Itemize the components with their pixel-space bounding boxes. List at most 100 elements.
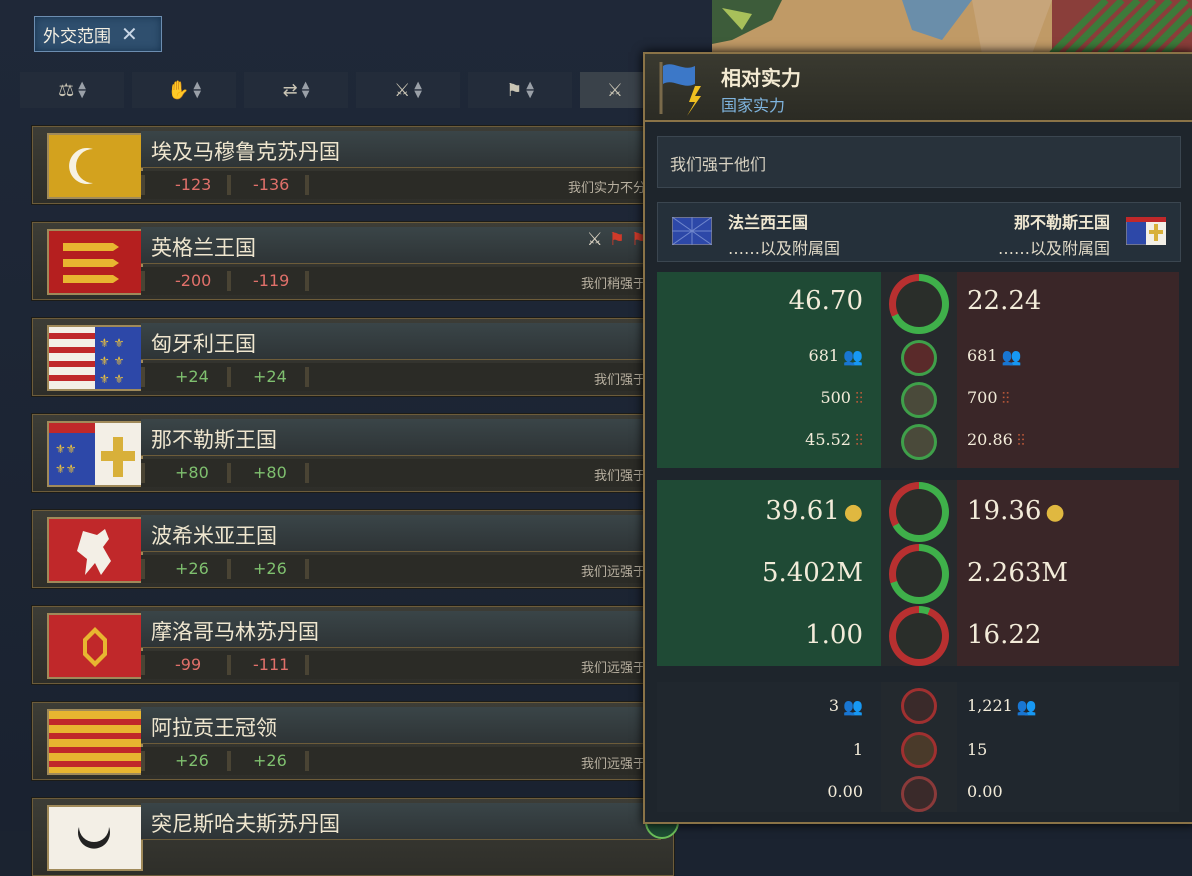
regiments-icon: ⫶⫶ xyxy=(854,430,863,450)
diplomatic-range-tab[interactable]: 外交范围 ✕ xyxy=(34,16,162,52)
misc-row: 0.00 0.00 xyxy=(657,774,1179,814)
people-ring-icon[interactable] xyxy=(901,688,937,724)
flags-icon: ⚑ xyxy=(506,79,523,101)
economy-section: 39.61 ● 19.36 ● 5.402M 2.263M 1.00 16.22 xyxy=(657,480,1179,666)
country-row-england[interactable]: 英格兰王国 ⚔ ⚑ ⚑ -200 -119 我们稍强于他 xyxy=(32,222,679,300)
sort-arrows-icon: ▲ ▼ xyxy=(526,80,534,100)
left-value: 500 xyxy=(820,388,851,407)
regiments-icon: ⫶⫶ xyxy=(1016,430,1025,450)
opinion-value: +24 xyxy=(175,367,209,386)
regiments-icon: ⫶⫶ xyxy=(1001,388,1010,408)
country-row-hungary[interactable]: ⚜ ⚜ ⚜ ⚜ ⚜ ⚜ 匈牙利王国 +24 +24 我们强于他 xyxy=(32,318,679,396)
svg-text:⚜⚜: ⚜⚜ xyxy=(55,462,77,476)
sort-alliance-button[interactable]: ✋ ▲ ▼ xyxy=(132,72,236,108)
country-row-aragon[interactable]: 阿拉贡王冠领 +26 +26 我们远强于他 xyxy=(32,702,679,780)
left-value: 39.61 xyxy=(765,496,840,526)
svg-text:⚜ ⚜: ⚜ ⚜ xyxy=(99,372,124,386)
close-icon[interactable]: ✕ xyxy=(121,22,138,46)
panel-title: 相对实力 xyxy=(721,66,801,90)
flag-egypt xyxy=(47,133,143,199)
country-row-naples[interactable]: ⚜⚜ ⚜⚜ 那不勒斯王国 +80 +80 我们强于他 xyxy=(32,414,679,492)
country-name: 摩洛哥马林苏丹国 xyxy=(151,620,319,644)
country-row-tunis[interactable]: 突尼斯哈夫斯苏丹国 xyxy=(32,798,679,876)
sword-icon: ⚔ xyxy=(606,79,624,101)
sort-war-button[interactable]: ⚔ ▲ ▼ xyxy=(356,72,460,108)
swords-icon[interactable] xyxy=(901,424,937,460)
coins-icon: ● xyxy=(1045,499,1065,525)
misc-row: 3 👥 1,221 👥 xyxy=(657,686,1179,726)
coins-icon: ● xyxy=(843,499,863,525)
panel-subtitle: 国家实力 xyxy=(721,96,786,115)
right-value: 700 xyxy=(967,388,998,407)
soldiers-icon: 👥 xyxy=(843,347,863,366)
svg-text:⚜⚜: ⚜⚜ xyxy=(55,442,77,456)
sort-strength-button[interactable]: ⚔ xyxy=(580,72,650,108)
country-name: 那不勒斯王国 xyxy=(151,428,277,452)
country-row-morocco[interactable]: 摩洛哥马林苏丹国 -99 -111 我们远强于他 xyxy=(32,606,679,684)
military-strength-ring[interactable] xyxy=(889,274,949,334)
people-icon: 👥 xyxy=(1016,697,1037,716)
opinion-value: -123 xyxy=(175,175,212,194)
filter-bar: ⚖ ▲ ▼ ✋ ▲ ▼ ⇄ ▲ ▼ ⚔ ▲ ▼ ⚑ ▲ ▼ ⚔ xyxy=(20,72,680,110)
soldiers-icon: 👥 xyxy=(1001,347,1022,366)
income-row: 39.61 ● 19.36 ● xyxy=(657,482,1179,542)
trade-icon: ⇄ xyxy=(282,79,298,101)
tab-label: 外交范围 xyxy=(43,26,111,47)
right-value: 681 xyxy=(967,346,998,365)
population-ring[interactable] xyxy=(889,544,949,604)
opinion-value: -99 xyxy=(175,655,202,674)
country-name: 阿拉贡王冠领 xyxy=(151,716,277,740)
military-row: 681 👥 681 👥 xyxy=(657,338,1179,378)
diplomacy-panel: 外交范围 ✕ ⚖ ▲ ▼ ✋ ▲ ▼ ⇄ ▲ ▼ ⚔ ▲ ▼ ⚑ ▲ ▼ ⚔ 埃及马穆鲁克苏丹国 -… xyxy=(0,0,712,876)
flag-england xyxy=(47,229,143,295)
relation-value: +24 xyxy=(253,367,287,386)
left-value: 3 xyxy=(828,696,840,715)
sort-flags-button[interactable]: ⚑ ▲ ▼ xyxy=(468,72,572,108)
navy-row: 1.00 16.22 xyxy=(657,606,1179,666)
relation-value: +26 xyxy=(253,751,287,770)
country-row-bohemia[interactable]: 波希米亚王国 +26 +26 我们远强于他 xyxy=(32,510,679,588)
right-value: 19.36 xyxy=(967,496,1042,526)
income-ring[interactable] xyxy=(889,482,949,542)
right-value: 16.22 xyxy=(967,620,1042,650)
shield-icon[interactable] xyxy=(901,382,937,418)
flag-aragon xyxy=(47,709,143,775)
relation-value: +26 xyxy=(253,559,287,578)
handshake-icon: ✋ xyxy=(166,79,190,101)
flag-bohemia xyxy=(47,517,143,583)
left-value: 45.52 xyxy=(805,430,851,449)
opinion-value: +26 xyxy=(175,559,209,578)
relation-value: -119 xyxy=(253,271,290,290)
crossed-swords-icon[interactable]: ⚔ xyxy=(587,229,603,250)
country-name: 英格兰王国 xyxy=(151,236,256,260)
opinion-value: +26 xyxy=(175,751,209,770)
country-name: 匈牙利王国 xyxy=(151,332,256,356)
map-background[interactable] xyxy=(712,0,1192,54)
left-country-subjects: ……以及附属国 xyxy=(728,239,841,258)
sort-trade-button[interactable]: ⇄ ▲ ▼ xyxy=(244,72,348,108)
medal-icon[interactable] xyxy=(901,776,937,812)
crossed-swords-icon: ⚔ xyxy=(394,79,411,101)
right-military-strength: 22.24 xyxy=(967,286,1042,316)
sort-arrows-icon: ▲ ▼ xyxy=(301,80,310,100)
right-value: 2.263M xyxy=(967,558,1069,588)
war-flag-icon[interactable]: ⚑ xyxy=(609,229,625,250)
left-value: 1 xyxy=(852,740,863,759)
right-country-subjects: ……以及附属国 xyxy=(997,239,1110,258)
svg-text:⚜ ⚜: ⚜ ⚜ xyxy=(99,336,124,350)
opinion-value: +80 xyxy=(175,463,209,482)
opinion-value: -200 xyxy=(175,271,212,290)
country-row-egypt[interactable]: 埃及马穆鲁克苏丹国 -123 -136 我们实力不分伯 xyxy=(32,126,679,204)
flag-naples: ⚜⚜ ⚜⚜ xyxy=(47,421,143,487)
sort-arrows-icon: ▲ ▼ xyxy=(193,80,202,100)
navy-ring[interactable] xyxy=(889,606,949,666)
left-value: 681 xyxy=(808,346,840,365)
military-section: 46.70 22.24 681 👥 681 👥 500 ⫶⫶ 700 ⫶⫶ 45.52 ⫶… xyxy=(657,272,1179,468)
helmet-icon[interactable] xyxy=(901,340,937,376)
sort-relations-button[interactable]: ⚖ ▲ ▼ xyxy=(20,72,124,108)
crest-icon[interactable] xyxy=(901,732,937,768)
military-total-row: 46.70 22.24 xyxy=(657,272,1179,336)
scales-icon: ⚖ xyxy=(58,79,75,101)
map-image xyxy=(712,0,1192,54)
right-value: 0.00 xyxy=(967,782,1003,801)
